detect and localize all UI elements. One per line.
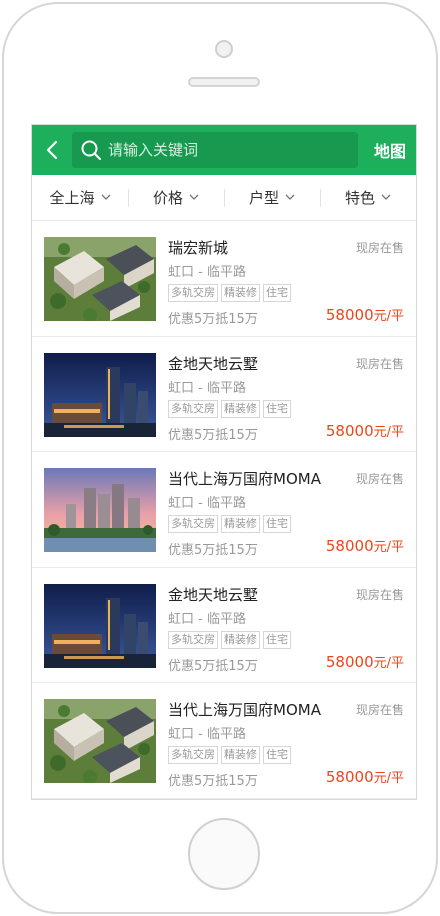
listing-price: 58000元/平 bbox=[326, 305, 404, 324]
listing-title: 瑞宏新城 bbox=[168, 239, 229, 257]
discount-text: 优惠5万抵15万 bbox=[168, 312, 258, 327]
filter-region[interactable]: 全上海 bbox=[32, 175, 128, 220]
discount-text: 优惠5万抵15万 bbox=[168, 543, 258, 558]
tag-list: 多轨交房 精装修 住宅 bbox=[168, 515, 291, 533]
tag: 住宅 bbox=[263, 746, 291, 764]
night-towers-image bbox=[44, 583, 156, 668]
filter-label: 全上海 bbox=[49, 189, 95, 207]
discount-text: 优惠5万抵15万 bbox=[168, 658, 258, 674]
listing-item[interactable]: 当代上海万国府MOMA 现房在售 虹口 - 临平路 多轨交房 精装修 住宅 优惠… bbox=[32, 452, 416, 568]
chevron-down-icon bbox=[189, 194, 199, 200]
tag: 住宅 bbox=[263, 399, 291, 418]
status-badge: 现房在售 bbox=[355, 356, 404, 371]
listing-price: 58000元/平 bbox=[326, 421, 404, 440]
status-badge: 现房在售 bbox=[355, 587, 404, 602]
earpiece-speaker bbox=[188, 77, 260, 87]
listing-price: 58000元/平 bbox=[326, 652, 404, 671]
price-value: 58000 bbox=[325, 652, 374, 671]
tag-list: 多轨交房 精装修 住宅 bbox=[168, 630, 291, 649]
app-screen: 地图 全上海 价格 户型 特色 bbox=[31, 124, 417, 800]
tag-list: 多轨交房 精装修 住宅 bbox=[168, 399, 291, 418]
price-value: 58000 bbox=[325, 768, 374, 786]
home-button[interactable] bbox=[188, 818, 260, 890]
listing-location: 虹口 - 临平路 bbox=[168, 265, 246, 280]
listing-title: 金地天地云墅 bbox=[168, 585, 259, 604]
filter-bar: 全上海 价格 户型 特色 bbox=[32, 175, 416, 221]
discount-text: 优惠5万抵15万 bbox=[168, 427, 258, 443]
chevron-down-icon bbox=[285, 194, 295, 200]
listing-title: 当代上海万国府MOMA bbox=[168, 701, 321, 719]
tag: 精装修 bbox=[221, 746, 260, 764]
listing-location: 虹口 - 临平路 bbox=[168, 380, 246, 396]
chevron-down-icon bbox=[381, 194, 391, 200]
map-button[interactable]: 地图 bbox=[374, 138, 406, 162]
back-arrow-icon[interactable] bbox=[42, 139, 64, 161]
listing-location: 虹口 - 临平路 bbox=[168, 727, 246, 742]
tag: 精装修 bbox=[221, 515, 260, 533]
listing-item[interactable]: 金地天地云墅 现房在售 虹口 - 临平路 多轨交房 精装修 住宅 优惠5万抵15… bbox=[32, 568, 416, 683]
night-towers-image bbox=[44, 352, 156, 437]
tag: 多轨交房 bbox=[168, 284, 218, 302]
listing-title: 当代上海万国府MOMA bbox=[168, 470, 321, 488]
discount-text: 优惠5万抵15万 bbox=[168, 774, 258, 789]
search-box[interactable] bbox=[72, 132, 358, 168]
tag: 精装修 bbox=[221, 284, 260, 302]
price-value: 58000 bbox=[325, 421, 374, 440]
search-icon bbox=[81, 140, 102, 161]
listing-item[interactable]: 金地天地云墅 现房在售 虹口 - 临平路 多轨交房 精装修 住宅 优惠5万抵15… bbox=[32, 337, 416, 452]
price-unit: 元/平 bbox=[373, 771, 404, 786]
listing-title: 金地天地云墅 bbox=[168, 354, 259, 373]
filter-layout[interactable]: 户型 bbox=[224, 175, 320, 220]
filter-label: 户型 bbox=[248, 189, 279, 207]
price-unit: 元/平 bbox=[373, 540, 404, 555]
price-unit: 元/平 bbox=[373, 309, 404, 324]
sunset-riverside-image bbox=[44, 468, 156, 552]
status-badge: 现房在售 bbox=[355, 703, 404, 717]
front-camera bbox=[215, 40, 233, 58]
filter-label: 特色 bbox=[344, 189, 375, 207]
villa-aerial-image bbox=[44, 237, 156, 321]
search-input[interactable] bbox=[108, 132, 348, 168]
status-badge: 现房在售 bbox=[355, 241, 404, 255]
filter-label: 价格 bbox=[152, 189, 183, 207]
price-value: 58000 bbox=[325, 306, 374, 324]
price-unit: 元/平 bbox=[373, 655, 404, 671]
villa-aerial-image bbox=[44, 699, 156, 783]
tag: 多轨交房 bbox=[168, 746, 218, 764]
price-unit: 元/平 bbox=[373, 424, 404, 440]
listing-price: 58000元/平 bbox=[326, 767, 404, 786]
filter-price[interactable]: 价格 bbox=[128, 175, 224, 220]
listing-list: 瑞宏新城 现房在售 虹口 - 临平路 多轨交房 精装修 住宅 优惠5万抵15万 … bbox=[32, 221, 416, 799]
tag: 住宅 bbox=[263, 284, 291, 302]
tag: 多轨交房 bbox=[168, 515, 218, 533]
tag-list: 多轨交房 精装修 住宅 bbox=[168, 746, 291, 764]
tag: 住宅 bbox=[263, 630, 291, 649]
tag: 住宅 bbox=[263, 515, 291, 533]
listing-item[interactable]: 瑞宏新城 现房在售 虹口 - 临平路 多轨交房 精装修 住宅 优惠5万抵15万 … bbox=[32, 221, 416, 337]
tag: 精装修 bbox=[221, 399, 260, 418]
top-bar: 地图 bbox=[32, 125, 416, 175]
tag: 多轨交房 bbox=[168, 630, 218, 649]
chevron-down-icon bbox=[101, 194, 110, 200]
listing-item[interactable]: 当代上海万国府MOMA 现房在售 虹口 - 临平路 多轨交房 精装修 住宅 优惠… bbox=[32, 683, 416, 799]
listing-location: 虹口 - 临平路 bbox=[168, 496, 246, 511]
price-value: 58000 bbox=[325, 537, 374, 555]
listing-price: 58000元/平 bbox=[326, 536, 404, 555]
status-badge: 现房在售 bbox=[355, 472, 404, 486]
listing-location: 虹口 - 临平路 bbox=[168, 611, 246, 627]
tag: 精装修 bbox=[221, 630, 260, 649]
tag-list: 多轨交房 精装修 住宅 bbox=[168, 284, 291, 302]
phone-frame: 地图 全上海 价格 户型 特色 bbox=[2, 2, 438, 914]
filter-feature[interactable]: 特色 bbox=[320, 175, 416, 220]
tag: 多轨交房 bbox=[168, 399, 218, 418]
